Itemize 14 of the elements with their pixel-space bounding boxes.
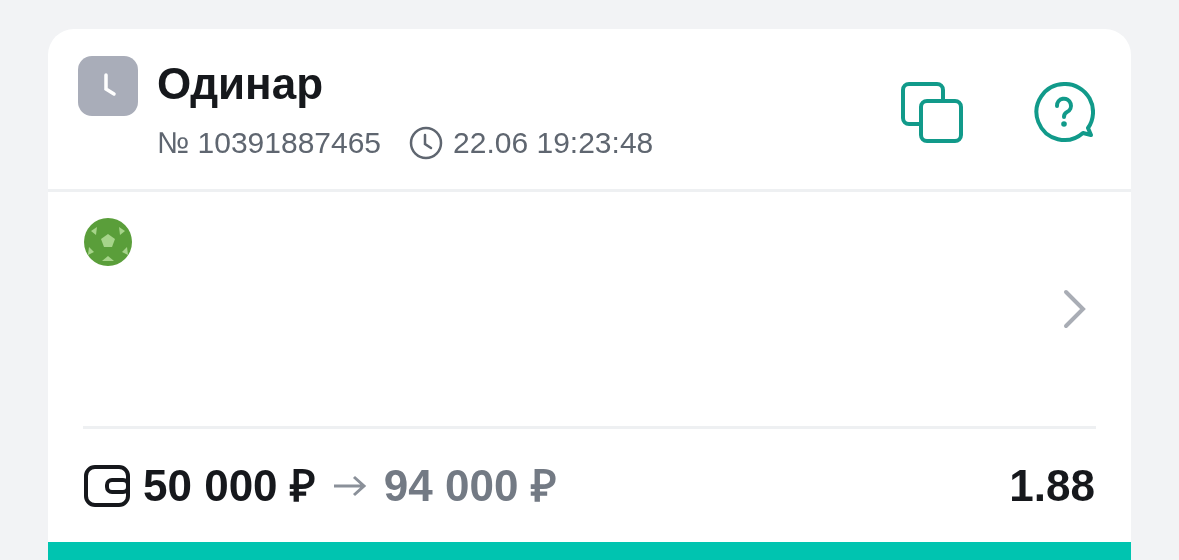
- odds-value: 1.88: [1009, 459, 1095, 512]
- bet-type-title: Одинар: [157, 58, 325, 110]
- soccer-ball-icon: [83, 217, 133, 267]
- bet-number: № 10391887465: [157, 125, 382, 161]
- chevron-right-icon[interactable]: [1063, 289, 1087, 329]
- payout-amount: 94 000 ₽: [383, 459, 557, 512]
- wallet-icon: [83, 463, 131, 508]
- bet-datetime: 22.06 19:23:48: [453, 125, 654, 161]
- clock-icon: [78, 56, 138, 116]
- help-button[interactable]: [1033, 82, 1095, 144]
- stake-amount: 50 000 ₽: [143, 459, 316, 512]
- copy-button[interactable]: [901, 82, 963, 144]
- arrow-right-icon: [331, 473, 368, 498]
- clock-icon: [409, 125, 444, 160]
